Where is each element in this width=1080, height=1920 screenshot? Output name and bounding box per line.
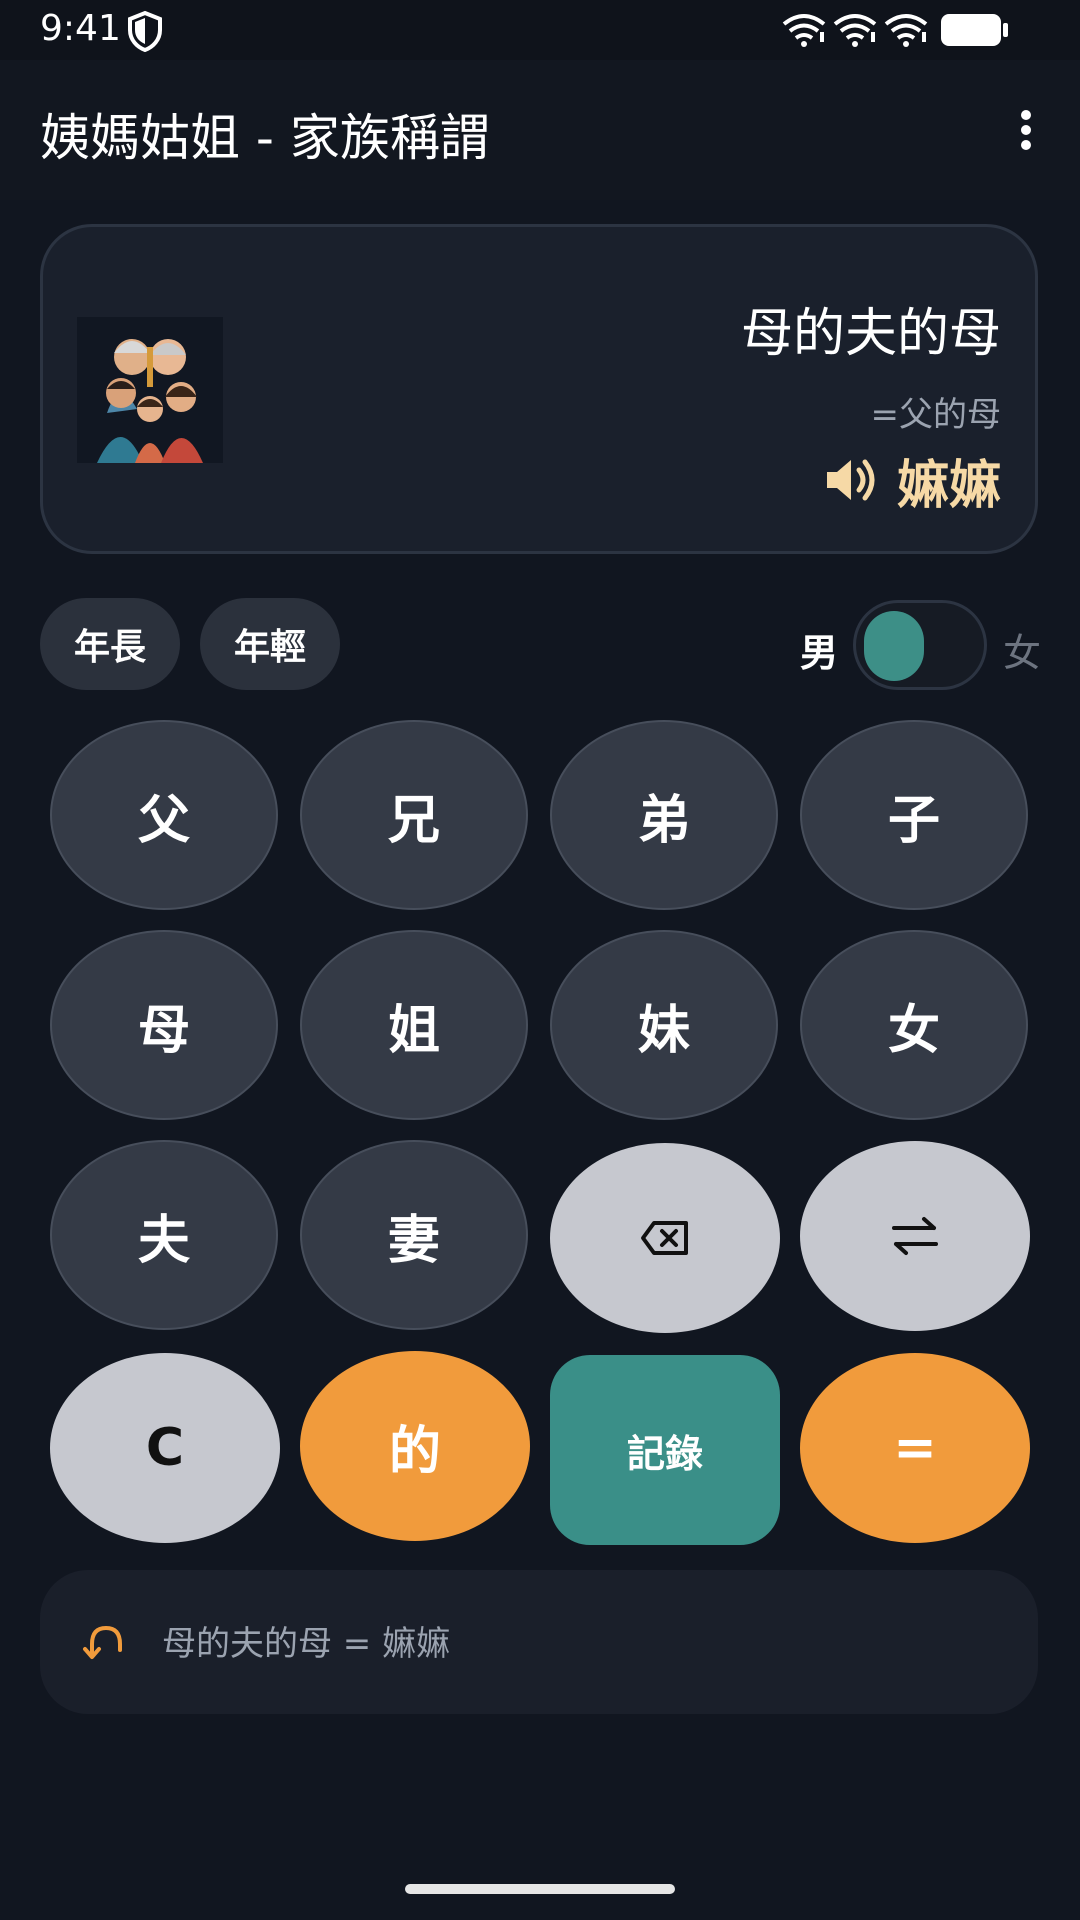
key-wife[interactable]: 妻	[300, 1140, 528, 1330]
battery-icon	[941, 14, 1008, 46]
wifi-icon	[782, 14, 826, 47]
key-younger-sister[interactable]: 妹	[550, 930, 778, 1120]
swap-arrows-icon	[892, 1217, 938, 1255]
more-vert-icon[interactable]	[1000, 100, 1050, 160]
backspace-button[interactable]	[550, 1143, 780, 1333]
history-text: 母的夫的母 = 嫲嫲	[162, 1624, 451, 1664]
key-daughter[interactable]: 女	[800, 930, 1028, 1120]
key-older-brother[interactable]: 兄	[300, 720, 528, 910]
key-older-sister[interactable]: 姐	[300, 930, 528, 1120]
result-display-card: 母的夫的母 =父的母 嫲嫲	[40, 224, 1038, 554]
older-button[interactable]: 年長	[40, 598, 180, 690]
status-time: 9:41	[40, 8, 121, 49]
key-son[interactable]: 子	[800, 720, 1028, 910]
key-husband[interactable]: 夫	[50, 1140, 278, 1330]
expression-text: 母的夫的母	[740, 304, 1001, 364]
key-mother[interactable]: 母	[50, 930, 278, 1120]
swap-button[interactable]	[800, 1141, 1030, 1331]
male-label: 男	[800, 631, 839, 675]
history-item[interactable]: 母的夫的母 = 嫲嫲	[40, 1570, 1038, 1714]
equivalent-text: =父的母	[870, 395, 1002, 435]
record-button[interactable]: 記錄	[550, 1355, 780, 1545]
undo-icon	[83, 1625, 122, 1659]
clear-button[interactable]: C	[50, 1353, 280, 1543]
result-row: 嫲嫲	[823, 445, 1001, 516]
gender-toggle[interactable]	[853, 600, 987, 690]
family-portrait-icon	[77, 317, 223, 463]
backspace-icon	[641, 1221, 688, 1255]
shield-icon	[128, 10, 162, 52]
wifi-icon	[833, 14, 877, 47]
status-bar: 9:41	[0, 0, 1080, 60]
key-father[interactable]: 父	[50, 720, 278, 910]
speaker-icon[interactable]	[823, 452, 879, 508]
equals-button[interactable]: =	[800, 1353, 1030, 1543]
female-label: 女	[1003, 631, 1042, 675]
key-younger-brother[interactable]: 弟	[550, 720, 778, 910]
of-button[interactable]: 的	[300, 1351, 530, 1541]
toggle-knob	[864, 611, 924, 681]
wifi-icon	[884, 14, 928, 47]
app-title: 姨媽姑姐 - 家族稱謂	[40, 109, 490, 167]
app-bar: 姨媽姑姐 - 家族稱謂	[0, 60, 1080, 200]
younger-button[interactable]: 年輕	[200, 598, 340, 690]
home-indicator[interactable]	[405, 1884, 675, 1894]
result-text: 嫲嫲	[896, 455, 1001, 516]
